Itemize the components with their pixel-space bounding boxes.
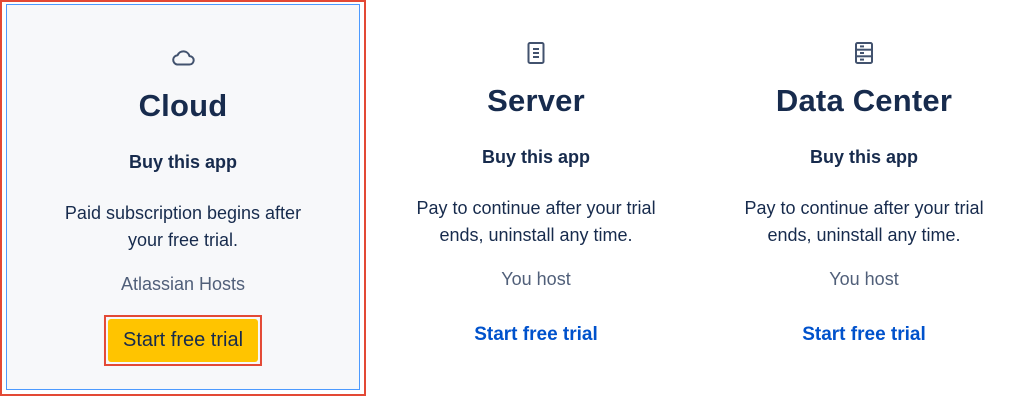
data-center-icon [851,40,877,66]
hosting-options: Cloud Buy this app Paid subscription beg… [0,0,1022,396]
plan-title: Server [487,83,585,118]
host-label: You host [829,269,899,289]
start-free-trial-button[interactable]: Start free trial [107,319,259,362]
description-line: Paid subscription begins after [64,203,302,223]
plan-card-server[interactable]: Server Buy this app Pay to continue afte… [366,0,706,396]
description-line: your free trial. [127,230,239,250]
buy-label: Buy this app [128,152,237,172]
server-icon [523,40,549,66]
plan-description: Pay to continue after your trial ends, u… [366,195,706,249]
description-line: Pay to continue after your trial [416,198,656,218]
start-free-trial-link[interactable]: Start free trial [366,324,706,346]
host-label: You host [501,269,571,289]
plan-title: Cloud [138,88,228,123]
plan-title: Data Center [775,83,953,118]
buy-label: Buy this app [809,147,918,167]
cloud-icon [170,45,196,71]
plan-card-cloud[interactable]: Cloud Buy this app Paid subscription beg… [0,0,366,396]
plan-card-data-center[interactable]: Data Center Buy this app Pay to continue… [706,0,1022,396]
buy-label: Buy this app [481,147,590,167]
start-free-trial-link[interactable]: Start free trial [706,324,1022,346]
description-line: ends, uninstall any time. [439,225,633,245]
cta-highlight: Start free trial [103,315,263,366]
description-line: ends, uninstall any time. [767,225,961,245]
description-line: Pay to continue after your trial [744,198,984,218]
host-label: Atlassian Hosts [120,274,246,294]
plan-description: Paid subscription begins after your free… [7,200,359,254]
plan-card-cloud-inner: Cloud Buy this app Paid subscription beg… [6,4,360,390]
plan-description: Pay to continue after your trial ends, u… [706,195,1022,249]
